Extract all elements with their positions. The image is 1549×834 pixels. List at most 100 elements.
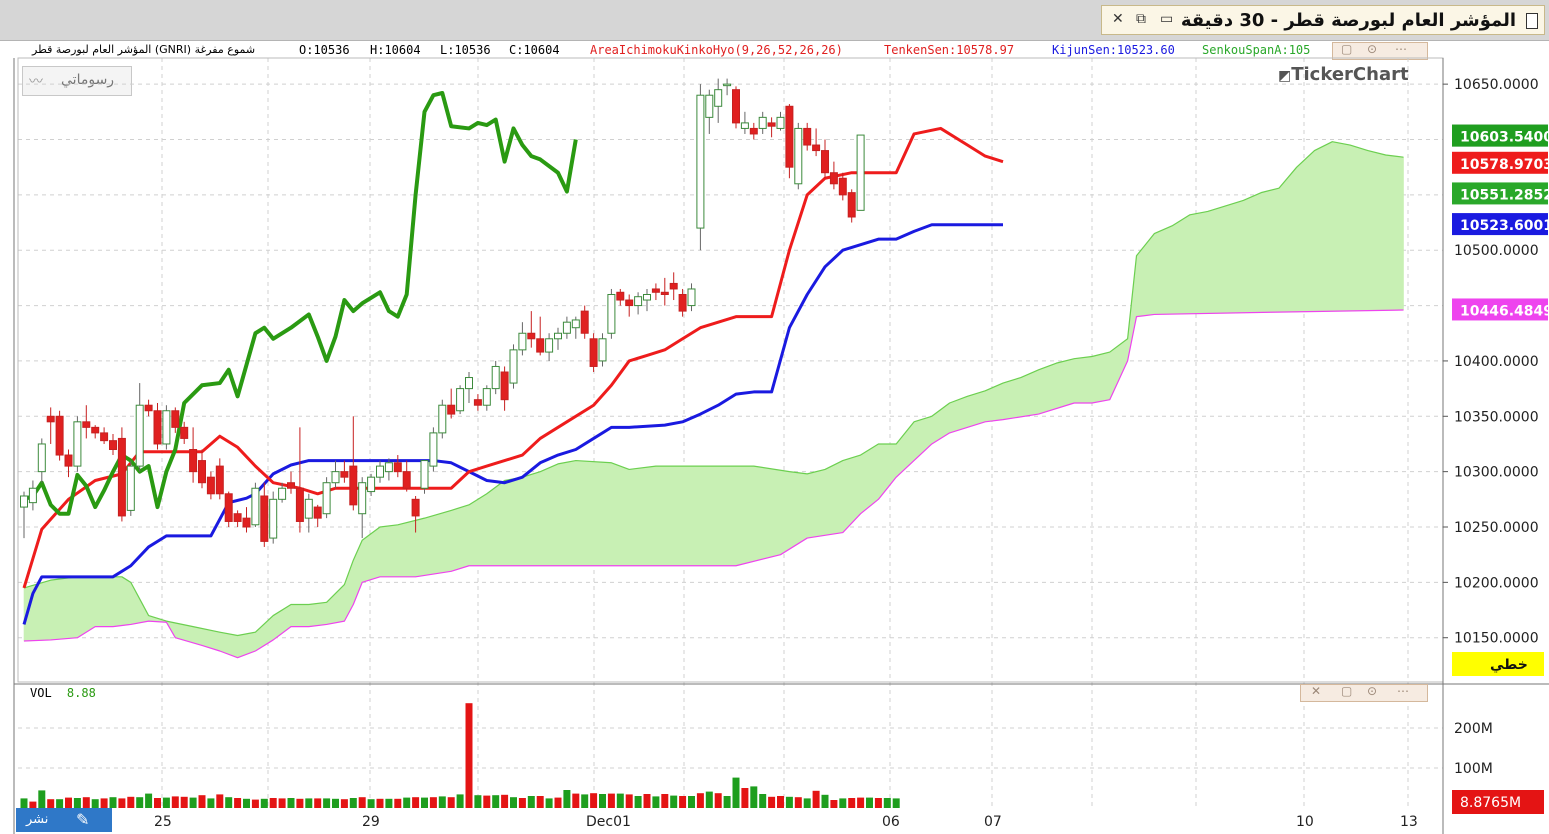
x-tick-label: 10 xyxy=(1296,814,1314,830)
cloud-segment xyxy=(922,415,933,453)
candle-body xyxy=(304,498,313,519)
candle-body xyxy=(340,471,349,478)
settings-icon[interactable]: ⊙ xyxy=(1367,684,1377,698)
cloud-segment xyxy=(1234,199,1244,314)
volume-bar xyxy=(625,794,633,808)
cloud-segment xyxy=(433,512,443,575)
cloud-segment xyxy=(1260,190,1271,313)
publish-button[interactable]: نشر ✎ xyxy=(16,808,112,832)
candle-body xyxy=(456,388,465,412)
cloud-segment xyxy=(1207,208,1217,314)
cloud-segment xyxy=(1296,158,1306,313)
cloud-segment xyxy=(700,465,710,567)
candle-body xyxy=(144,404,153,412)
cloud-segment xyxy=(1020,373,1030,418)
cloud-segment xyxy=(477,493,488,567)
candle-body xyxy=(278,487,287,500)
volume-bar xyxy=(572,793,580,808)
chart-canvas[interactable]: 10650.0000 10400.0000 10350.0000 10300.0000… xyxy=(0,0,1549,834)
main-plot-frame xyxy=(17,57,1444,683)
candle-body xyxy=(554,332,562,340)
cloud-segment xyxy=(406,519,416,578)
volume-bar xyxy=(305,798,313,808)
y-tick-label: 10350.0000 xyxy=(1454,409,1539,425)
volume-bar xyxy=(198,795,206,808)
cloud-segment xyxy=(68,576,78,639)
candle-body xyxy=(100,432,109,442)
volume-bar xyxy=(394,798,402,808)
cloud-segment xyxy=(1367,150,1378,311)
volume-value: 8.88 xyxy=(66,686,96,700)
cloud-segment xyxy=(361,533,372,583)
candle-body xyxy=(669,282,678,290)
cloud-segment xyxy=(798,472,808,545)
cloud-segment xyxy=(1056,360,1066,409)
candle-body xyxy=(838,177,847,196)
tenkan-label: 10578.9703 xyxy=(1460,157,1549,173)
candle-body xyxy=(82,421,91,428)
volume-bar xyxy=(554,797,562,808)
close-panel-icon[interactable]: ✕ xyxy=(1311,684,1321,698)
cloud-segment xyxy=(94,576,105,627)
volume-bar xyxy=(830,800,838,808)
cloud-segment xyxy=(1065,358,1075,407)
volume-bar xyxy=(412,797,420,808)
volume-bar xyxy=(20,798,28,808)
maximize-panel-icon[interactable]: ▢ xyxy=(1341,684,1352,698)
candle-body xyxy=(331,471,340,484)
cloud-segment xyxy=(646,465,657,567)
volume-bar xyxy=(243,798,250,808)
candle-body xyxy=(384,462,393,473)
cloud-segment xyxy=(1100,351,1111,402)
volume-bar xyxy=(848,798,856,808)
x-tick-label: 29 xyxy=(362,814,380,830)
volume-bar xyxy=(127,796,135,808)
cloud-segment xyxy=(522,474,532,567)
candle-body xyxy=(64,454,73,467)
x-tick-label: 13 xyxy=(1400,814,1418,830)
candle-body xyxy=(322,482,331,515)
candle-body xyxy=(625,299,634,307)
volume-bar xyxy=(483,795,491,808)
candle-body xyxy=(162,410,171,445)
cloud-segment xyxy=(664,465,674,567)
candle-body xyxy=(598,338,607,362)
cloud-segment xyxy=(210,629,221,652)
volume-bar xyxy=(616,793,624,808)
volume-bar xyxy=(145,793,153,808)
cloud-segment xyxy=(557,461,568,567)
cloud-segment xyxy=(1073,357,1084,404)
volume-bar xyxy=(456,794,464,808)
cloud-segment xyxy=(308,603,318,627)
candle-body xyxy=(794,127,803,185)
volume-bar xyxy=(590,793,598,808)
cloud-segment xyxy=(1251,192,1262,313)
candle-body xyxy=(509,349,518,384)
cloud-segment xyxy=(531,471,541,567)
candle-body xyxy=(473,399,482,406)
cloud-segment xyxy=(1198,211,1208,314)
volume-bar xyxy=(705,791,713,808)
volume-bar xyxy=(207,798,215,808)
more-icon[interactable]: ⋯ xyxy=(1397,684,1409,698)
candle-body xyxy=(749,127,758,135)
cloud-segment xyxy=(913,418,924,462)
volume-bar xyxy=(696,793,704,808)
cloud-segment xyxy=(415,517,425,578)
cloud-segment xyxy=(593,461,603,567)
cloud-segment xyxy=(575,460,585,567)
candle-body xyxy=(91,426,100,434)
volume-bar xyxy=(652,796,660,808)
candle-body xyxy=(758,116,767,129)
cloud-segment xyxy=(1162,225,1173,315)
candle-body xyxy=(313,506,322,519)
volume-bar xyxy=(670,795,678,808)
candle-body xyxy=(251,487,260,526)
candle-body xyxy=(678,294,687,312)
volume-bar xyxy=(278,798,286,808)
candle-body xyxy=(20,495,28,508)
volume-bar xyxy=(47,799,55,808)
volume-bar xyxy=(314,798,322,808)
candle-body xyxy=(73,421,82,467)
candle-body xyxy=(215,465,224,495)
